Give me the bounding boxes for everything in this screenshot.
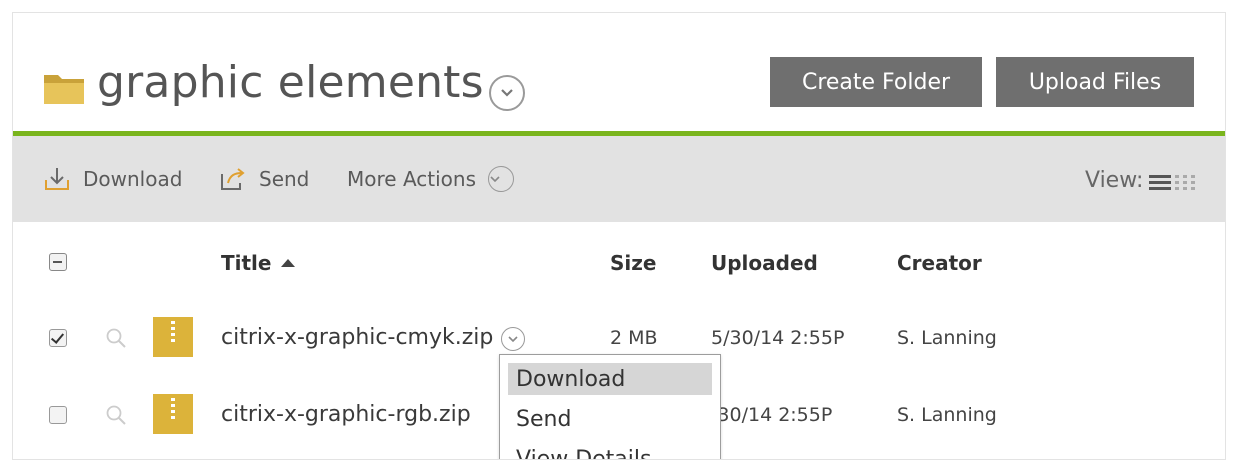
file-options-dropdown[interactable] <box>501 327 525 351</box>
file-name[interactable]: citrix-x-graphic-cmyk.zip <box>221 325 493 350</box>
column-header-uploaded[interactable]: Uploaded <box>711 251 818 275</box>
toolbar-send-label: Send <box>259 167 310 191</box>
column-header-size[interactable]: Size <box>610 251 656 275</box>
menu-item-view-details[interactable]: View Details <box>508 443 712 460</box>
more-actions-chevron <box>488 166 514 192</box>
row-checkbox[interactable] <box>49 406 67 424</box>
toolbar-more-actions-button[interactable]: More Actions <box>347 164 514 194</box>
menu-item-send[interactable]: Send <box>508 403 712 435</box>
chevron-down-icon <box>508 336 518 343</box>
file-creator: S. Lanning <box>897 327 997 349</box>
chevron-down-icon <box>501 89 513 97</box>
upload-files-button[interactable]: Upload Files <box>996 57 1194 107</box>
download-icon <box>45 168 69 190</box>
preview-magnifier-icon[interactable] <box>105 404 127 426</box>
file-name[interactable]: citrix-x-graphic-rgb.zip <box>221 402 471 427</box>
select-all-checkbox[interactable] <box>49 253 67 271</box>
column-header-title[interactable]: Title <box>221 251 296 275</box>
column-header-creator[interactable]: Creator <box>897 251 982 275</box>
folder-title: graphic elements <box>97 57 484 108</box>
file-creator: S. Lanning <box>897 404 997 426</box>
folder-icon <box>44 75 84 104</box>
file-browser-panel: graphic elements Create Folder Upload Fi… <box>12 12 1226 460</box>
file-size: 2 MB <box>610 327 658 349</box>
grid-view-icon[interactable] <box>1175 174 1197 190</box>
folder-header: graphic elements Create Folder Upload Fi… <box>13 13 1225 133</box>
file-uploaded: /30/14 2:55P <box>711 404 833 426</box>
toolbar-more-actions-label: More Actions <box>347 167 476 191</box>
folder-options-dropdown[interactable] <box>489 75 525 111</box>
preview-magnifier-icon[interactable] <box>105 327 127 349</box>
zip-file-icon <box>153 317 193 357</box>
column-title-label: Title <box>221 251 272 275</box>
zip-file-icon <box>153 394 193 434</box>
toolbar-download-label: Download <box>83 167 183 191</box>
menu-item-download[interactable]: Download <box>508 363 712 395</box>
view-label: View: <box>1085 168 1144 193</box>
send-icon <box>221 168 245 190</box>
sort-ascending-icon <box>281 259 296 267</box>
file-context-menu: Download Send View Details <box>499 354 721 460</box>
action-toolbar: Download Send More Actions View: <box>13 136 1225 222</box>
toolbar-download-button[interactable]: Download <box>43 164 182 194</box>
list-view-icon[interactable] <box>1149 174 1171 190</box>
toolbar-send-button[interactable]: Send <box>219 164 309 194</box>
create-folder-button[interactable]: Create Folder <box>770 57 982 107</box>
chevron-down-icon <box>490 176 500 183</box>
file-uploaded: 5/30/14 2:55P <box>711 327 845 349</box>
row-checkbox[interactable] <box>49 329 67 347</box>
